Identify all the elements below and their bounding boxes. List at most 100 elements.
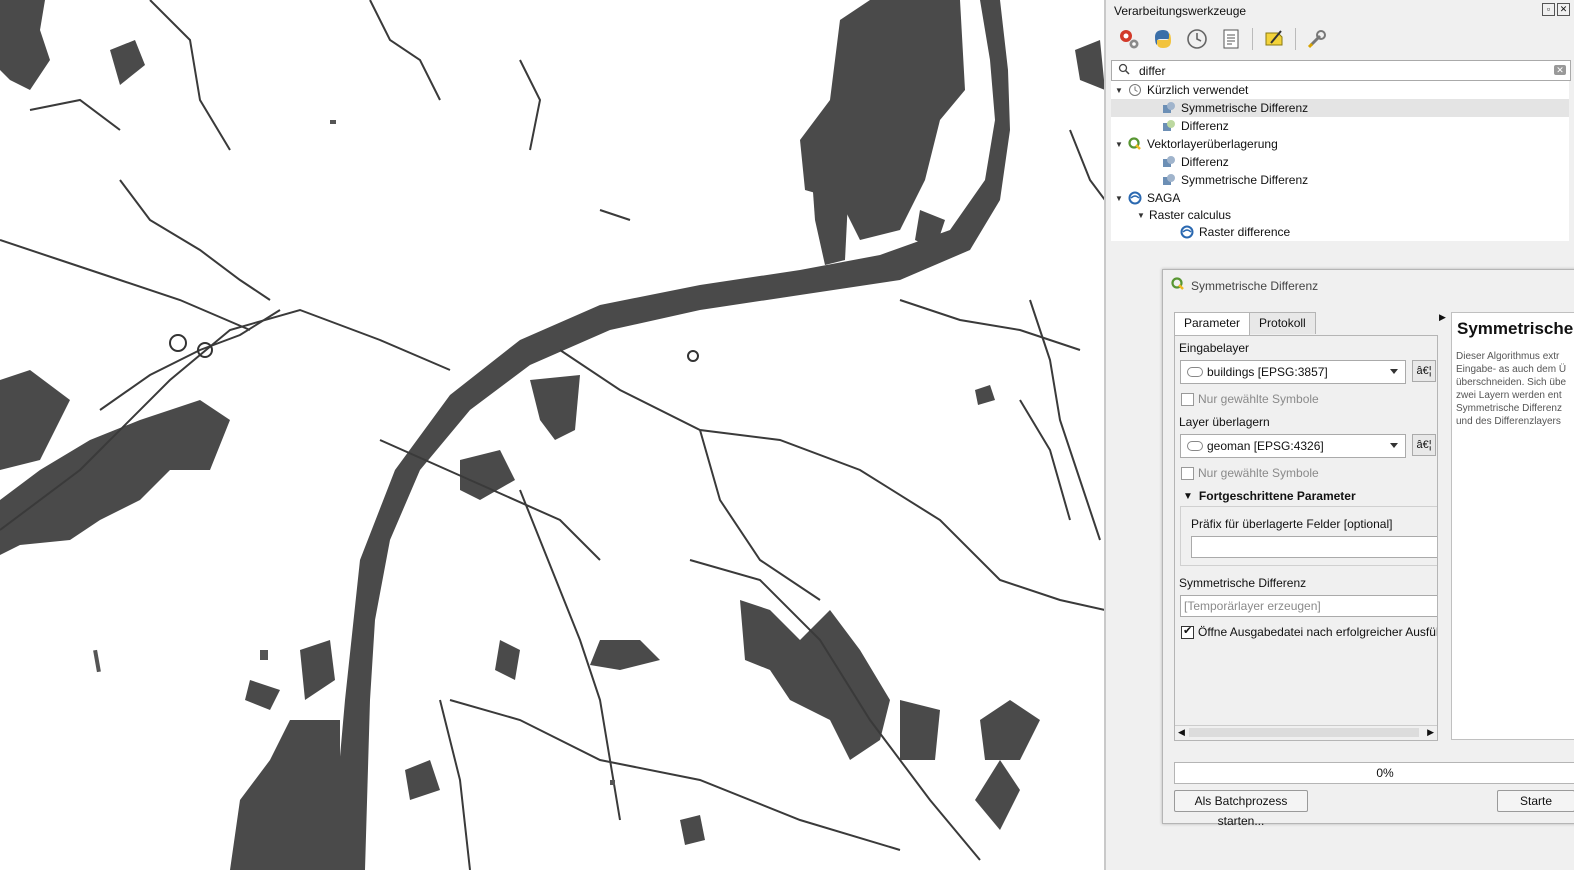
scroll-left-arrow-icon[interactable]: ◀ [1178,727,1185,738]
dialog-tabs: Parameter Protokoll [1174,312,1316,335]
overlay-layer-value: geoman [EPSG:4326] [1207,439,1324,453]
tree-item-overlay-symdiff[interactable]: Symmetrische Differenz [1161,171,1308,189]
tree-group-label: Raster calculus [1149,208,1232,222]
output-destination-input[interactable]: [Temporärlayer erzeugen] [1180,595,1437,617]
map-canvas[interactable] [0,0,1105,870]
tree-group-label: Kürzlich verwendet [1147,83,1249,97]
help-text-line: Symmetrische Differenz [1456,403,1562,414]
open-output-label: Öffne Ausgabedatei nach erfolgreicher Au… [1198,625,1437,639]
input-selected-only-checkbox[interactable] [1181,393,1194,406]
run-as-batch-button[interactable]: Als Batchprozess starten... [1174,790,1308,828]
progress-text: 0% [1376,766,1394,780]
dropdown-arrow-icon [1390,443,1398,448]
search-icon [1118,63,1130,78]
dialog-title: Symmetrische Differenz [1191,278,1319,293]
toolbar-separator [1252,28,1253,50]
float-panel-button[interactable]: ▫ [1542,3,1555,16]
map-render [0,0,1105,870]
tab-parameter[interactable]: Parameter [1174,312,1251,335]
input-selected-only-label: Nur gewählte Symbole [1198,392,1319,406]
edit-features-icon[interactable] [1261,26,1287,52]
toolbox-toolbar [1116,26,1330,52]
overlay-layer-options-button[interactable]: â€¦ [1412,434,1436,456]
tab-protokoll[interactable]: Protokoll [1249,312,1316,334]
progress-bar: 0% [1174,762,1574,784]
run-button[interactable]: Starte [1497,790,1574,812]
expand-arrow-icon[interactable]: ▼ [1115,194,1127,203]
help-text-line: und des Differenzlayers [1456,416,1561,427]
saga-icon [1127,190,1143,206]
input-layer-combo[interactable]: buildings [EPSG:3857] [1180,360,1406,384]
tree-item-label: Symmetrische Differenz [1181,173,1309,187]
help-text-line: Dieser Algorithmus extr [1456,351,1560,362]
help-text-line: zwei Layern werden ent [1456,390,1562,401]
saga-icon [1179,224,1195,240]
expand-arrow-icon[interactable]: ▼ [1115,140,1127,149]
open-output-checkbox[interactable] [1181,624,1194,639]
scrollbar-thumb[interactable] [1189,728,1419,737]
tree-item-recent-diff[interactable]: Differenz [1161,117,1229,135]
polygon-layer-icon [1187,441,1203,451]
tree-item-label: Raster difference [1199,225,1291,239]
processing-models-icon[interactable] [1116,26,1142,52]
options-wrench-icon[interactable] [1304,26,1330,52]
input-layer-value: buildings [EPSG:3857] [1207,365,1328,379]
tree-item-overlay-diff[interactable]: Differenz [1161,153,1229,171]
expand-arrow-icon[interactable]: ▼ [1115,86,1127,95]
algorithm-icon [1161,154,1177,170]
close-panel-button[interactable]: ✕ [1557,3,1570,16]
scroll-right-arrow-icon[interactable]: ▶ [1427,727,1434,738]
history-clock-icon[interactable] [1184,26,1210,52]
algorithm-icon [1161,100,1177,116]
help-title: Symmetrische Differenz [1457,319,1574,338]
parameters-pane: Eingabelayer buildings [EPSG:3857] â€¦ N… [1174,335,1438,741]
tree-group-label: Vektorlayerüberlagerung [1147,137,1278,151]
expand-arrow-icon[interactable]: ▼ [1137,211,1149,220]
tree-group-saga[interactable]: ▼ SAGA [1115,189,1180,207]
tree-group-raster-calculus[interactable]: ▼ Raster calculus [1137,206,1231,224]
algorithm-dialog: Symmetrische Differenz Parameter Protoko… [1162,269,1574,828]
clock-icon [1127,82,1143,98]
algorithm-icon [1161,118,1177,134]
help-text-line: Eingabe- as auch dem Ü [1456,364,1567,375]
tree-group-label: SAGA [1147,191,1181,205]
toolbar-separator-2 [1295,28,1296,50]
qgis-icon [1127,136,1143,152]
collapse-arrow-icon: ▼ [1183,490,1193,502]
tree-item-label: Differenz [1181,155,1229,169]
overlay-layer-combo[interactable]: geoman [EPSG:4326] [1180,434,1406,458]
algorithm-icon [1161,172,1177,188]
python-icon[interactable] [1150,26,1176,52]
collapse-help-arrow-icon[interactable]: ▶ [1439,312,1446,323]
overlay-layer-label: Layer überlagern [1179,415,1270,429]
input-layer-options-button[interactable]: â€¦ [1412,360,1436,382]
tree-group-vector-overlay[interactable]: ▼ Vektorlayerüberlagerung [1115,135,1278,153]
help-text-line: überschneiden. Sich übe [1456,377,1567,388]
input-layer-label: Eingabelayer [1179,341,1250,355]
tree-item-label: Differenz [1181,119,1229,133]
dialog-titlebar[interactable]: Symmetrische Differenz [1171,277,1318,294]
output-label: Symmetrische Differenz [1179,576,1307,590]
horizontal-scrollbar[interactable]: ◀ ▶ [1175,725,1437,740]
panel-title: Verarbeitungswerkzeuge [1114,4,1247,18]
overlay-selected-only-label: Nur gewählte Symbole [1198,466,1319,480]
tree-item-raster-difference[interactable]: Raster difference [1179,223,1290,241]
algorithm-tree[interactable]: ▼ Kürzlich verwendet Symmetrische Differ… [1111,81,1569,241]
panel-window-buttons: ▫ ✕ [1542,3,1570,16]
qgis-icon [1171,277,1185,294]
polygon-layer-icon [1187,367,1203,377]
dropdown-arrow-icon [1390,369,1398,374]
advanced-parameters-toggle[interactable]: ▼ Fortgeschrittene Parameter [1183,489,1356,503]
prefix-input[interactable] [1191,536,1437,558]
advanced-parameters-label: Fortgeschrittene Parameter [1198,489,1356,503]
results-viewer-icon[interactable] [1218,26,1244,52]
search-value: differ [1139,64,1166,78]
tree-group-recent[interactable]: ▼ Kürzlich verwendet [1115,81,1248,99]
clear-search-icon[interactable]: ✕ [1554,65,1566,75]
tree-item-label: Symmetrische Differenz [1181,101,1309,115]
help-pane: Symmetrische Differenz Dieser Algorithmu… [1451,312,1574,740]
algorithm-search-input[interactable]: differ ✕ [1111,60,1571,81]
prefix-label: Präfix für überlagerte Felder [optional] [1191,517,1393,531]
overlay-selected-only-checkbox[interactable] [1181,467,1194,480]
tree-item-recent-symdiff[interactable]: Symmetrische Differenz [1111,99,1569,117]
